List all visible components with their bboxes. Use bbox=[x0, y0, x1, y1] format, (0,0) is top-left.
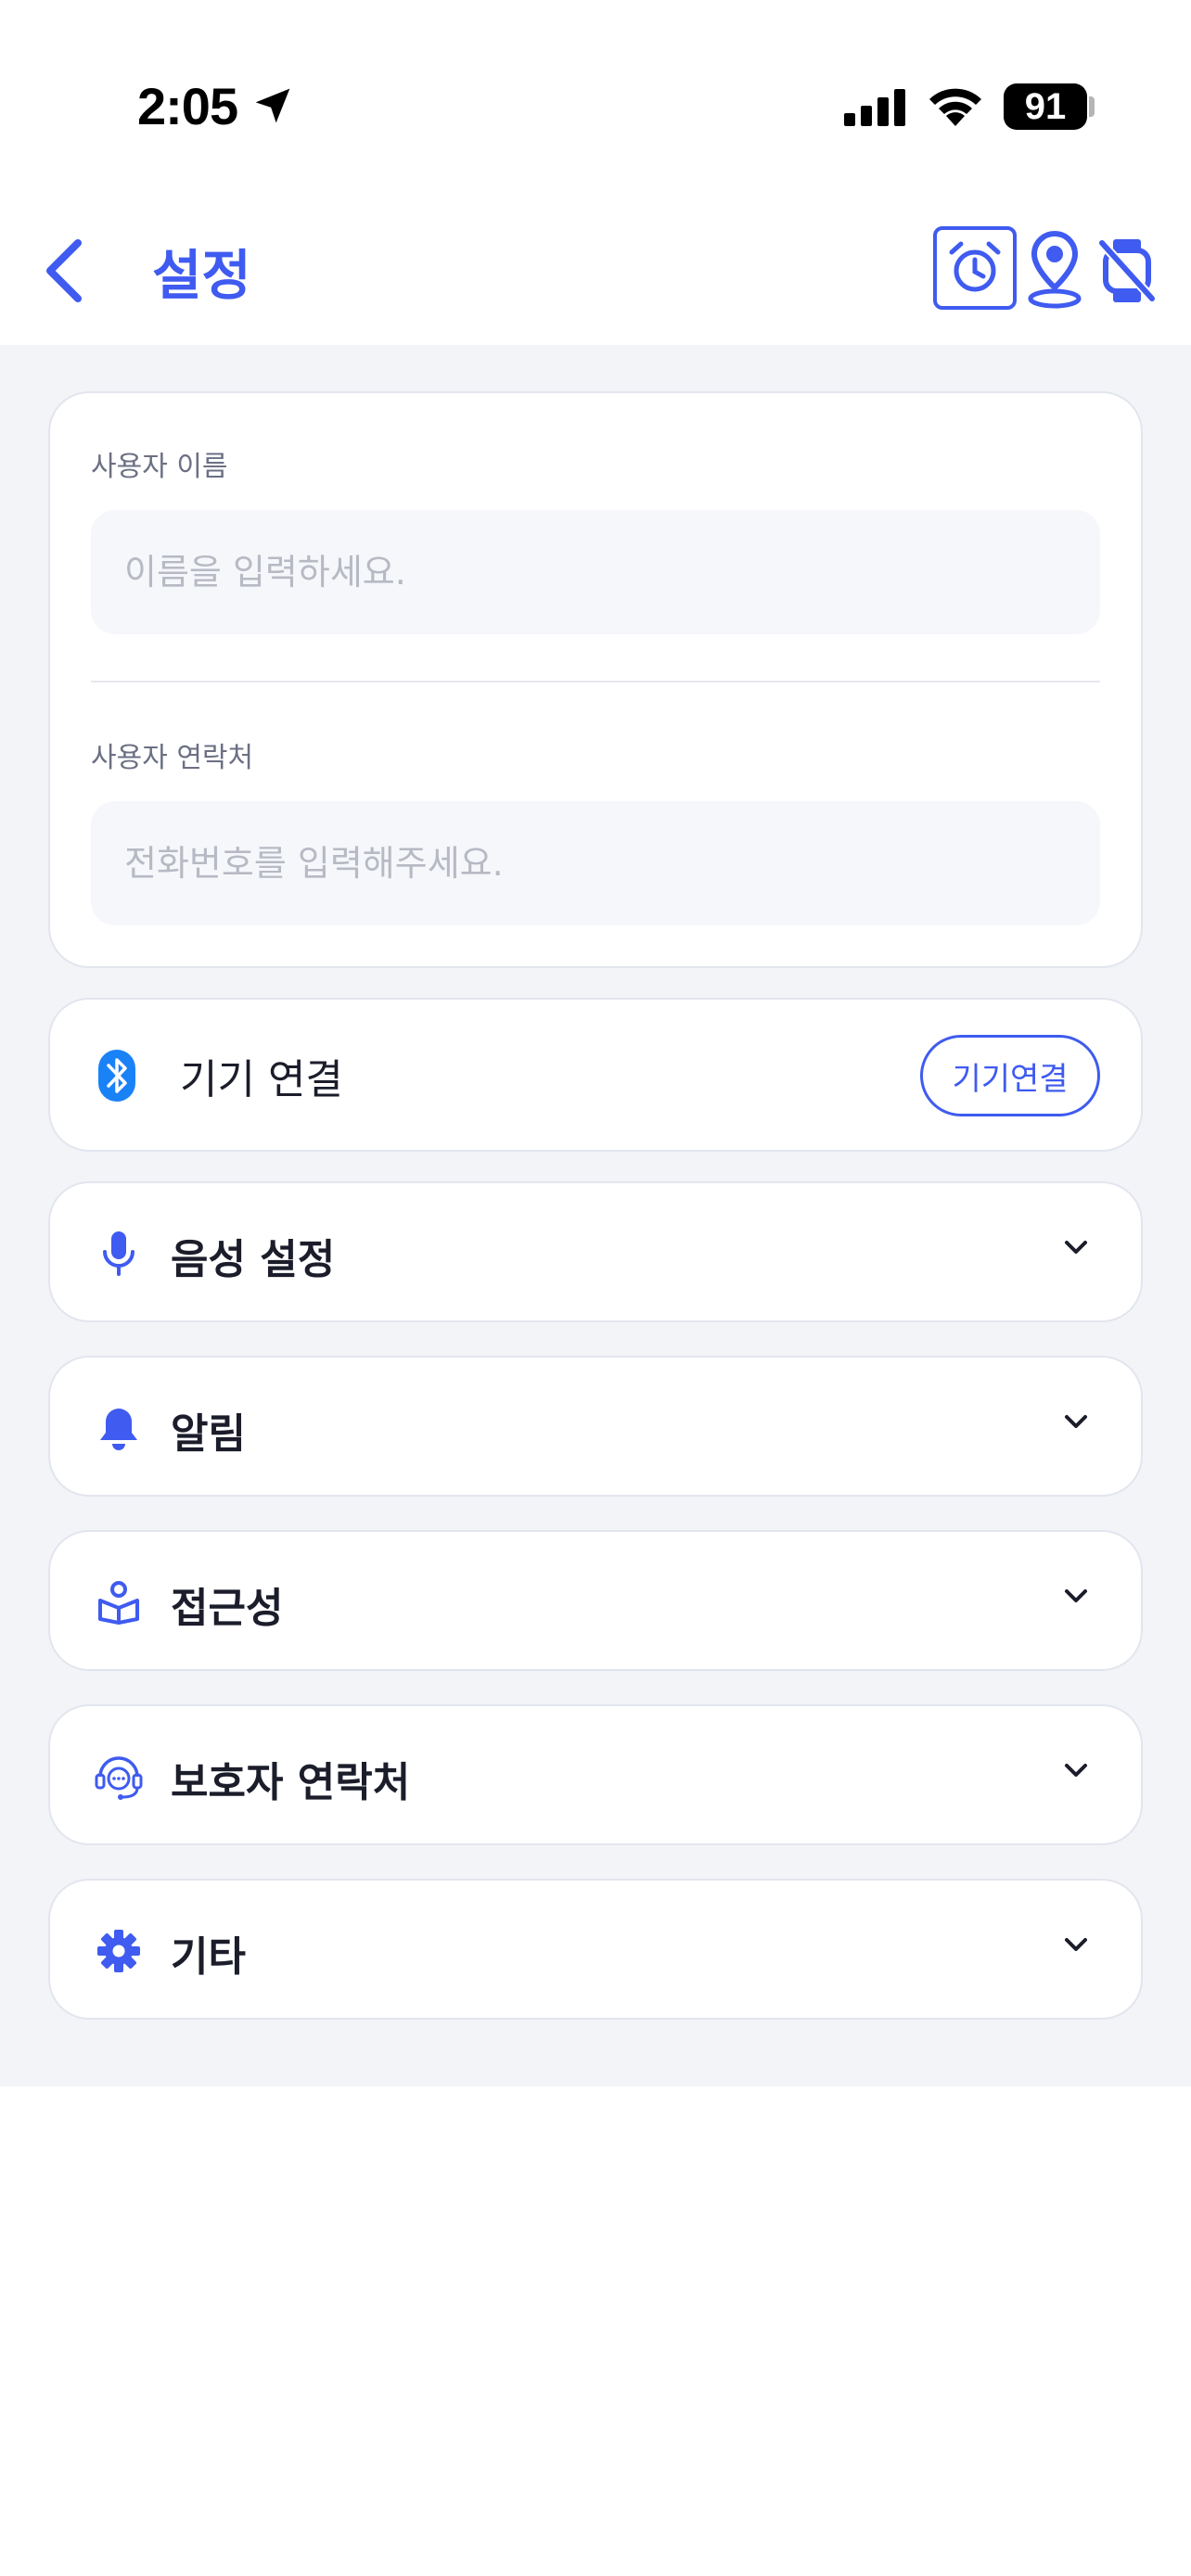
watch-off-button[interactable] bbox=[1095, 236, 1159, 306]
section-label: 보호자 연락처 bbox=[171, 1759, 411, 1806]
section-accessibility[interactable]: 접근성 bbox=[48, 1530, 1143, 1671]
alarm-clock-icon bbox=[949, 241, 1001, 292]
user-info-card: 사용자 이름 사용자 연락처 bbox=[48, 391, 1143, 968]
name-label: 사용자 이름 bbox=[91, 451, 228, 483]
chevron-down-icon bbox=[1065, 1589, 1087, 1602]
chevron-down-icon bbox=[1065, 1764, 1087, 1777]
phone-input[interactable] bbox=[91, 801, 1100, 925]
device-connection-label: 기기 연결 bbox=[180, 1056, 343, 1103]
chevron-down-icon bbox=[1065, 1241, 1087, 1254]
contact-label: 사용자 연락처 bbox=[91, 742, 254, 774]
connect-device-button[interactable]: 기기연결 bbox=[920, 1035, 1100, 1116]
section-label: 접근성 bbox=[171, 1585, 284, 1632]
chevron-down-icon bbox=[1065, 1938, 1087, 1951]
location-arrow-icon bbox=[255, 88, 290, 123]
nav-bar: 설정 bbox=[0, 195, 1191, 345]
bell-icon bbox=[91, 1400, 147, 1456]
status-bar: 2:05 91 bbox=[0, 0, 1191, 195]
section-other[interactable]: 기타 bbox=[48, 1879, 1143, 2020]
battery-cap bbox=[1089, 96, 1095, 117]
device-connection-card: 기기 연결 기기연결 bbox=[48, 998, 1143, 1152]
cellular-signal-icon bbox=[844, 89, 905, 126]
name-input[interactable] bbox=[91, 510, 1100, 634]
section-guardian-contact[interactable]: 보호자 연락처 bbox=[48, 1704, 1143, 1845]
alarm-button[interactable] bbox=[933, 226, 1017, 310]
section-notifications[interactable]: 알림 bbox=[48, 1356, 1143, 1497]
section-label: 음성 설정 bbox=[171, 1236, 336, 1283]
section-label: 알림 bbox=[171, 1410, 246, 1458]
wifi-icon bbox=[929, 88, 981, 126]
location-pin-button[interactable] bbox=[1024, 228, 1085, 312]
gear-icon bbox=[91, 1923, 147, 1979]
headset-icon bbox=[91, 1749, 147, 1804]
status-time: 2:05 bbox=[137, 77, 238, 135]
page-title: 설정 bbox=[152, 244, 251, 307]
section-voice-settings[interactable]: 음성 설정 bbox=[48, 1181, 1143, 1322]
section-label: 기타 bbox=[171, 1933, 246, 1981]
battery-indicator: 91 bbox=[1004, 83, 1087, 130]
chevron-down-icon bbox=[1065, 1415, 1087, 1428]
accessibility-icon bbox=[91, 1575, 147, 1630]
settings-content: 사용자 이름 사용자 연락처 기기 연결 기기연결 음성 설정 bbox=[0, 345, 1191, 2086]
microphone-icon bbox=[91, 1226, 147, 1282]
back-button[interactable] bbox=[37, 236, 93, 306]
bluetooth-icon bbox=[98, 1050, 135, 1102]
divider bbox=[91, 681, 1100, 682]
